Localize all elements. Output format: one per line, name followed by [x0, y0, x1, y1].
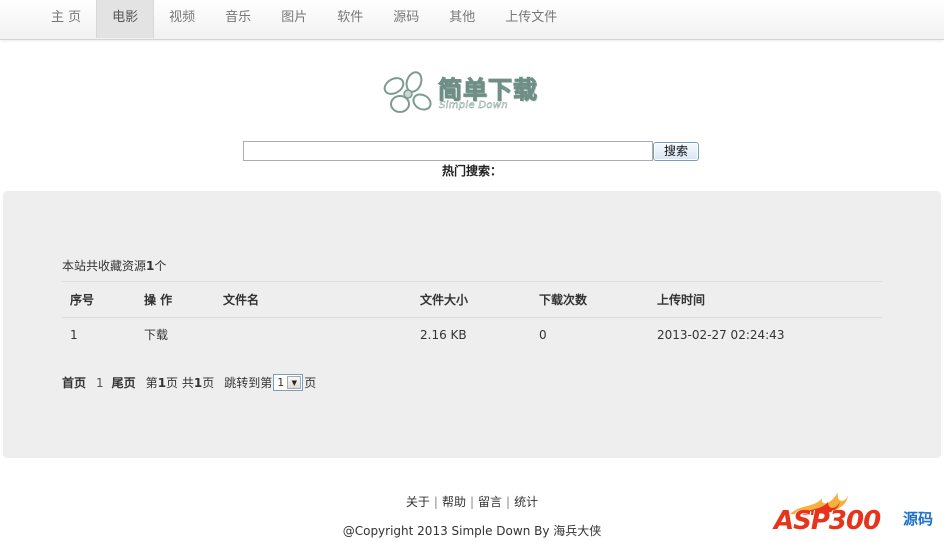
- nav-item-upload[interactable]: 上传文件: [490, 0, 572, 38]
- watermark-text: ASP300: [774, 506, 881, 536]
- flower-logo-icon: [383, 71, 432, 113]
- nav-item-videos[interactable]: 视频: [154, 0, 210, 38]
- page-jump-value: 1: [277, 376, 285, 389]
- page-info-text: 页: [202, 376, 215, 390]
- nav-item-home[interactable]: 主 页: [36, 0, 96, 38]
- footer-link-stats[interactable]: 统计: [514, 495, 538, 509]
- footer-link-message[interactable]: 留言: [478, 495, 502, 509]
- first-page-link[interactable]: 首页: [62, 374, 86, 391]
- jump-label: 跳转到第: [224, 376, 273, 390]
- file-table: 序号 操 作 文件名 文件大小 下载次数 上传时间 1 下载 2.16 KB 0…: [62, 281, 882, 351]
- resource-summary: 本站共收藏资源1个: [62, 257, 166, 274]
- cell-index: 1: [70, 327, 78, 342]
- site-logo[interactable]: 简单下载 Simple Down: [380, 66, 550, 120]
- pagination: 首页 1 尾页 第1页 共1页 跳转到第 1 ▼ 页: [62, 374, 316, 391]
- asp300-watermark: ASP300 源码: [770, 486, 942, 542]
- nav-item-images[interactable]: 图片: [266, 0, 322, 38]
- table-header-row: 序号 操 作 文件名 文件大小 下载次数 上传时间: [62, 281, 882, 318]
- page-info-text: 第: [145, 376, 158, 390]
- nav-item-source[interactable]: 源码: [378, 0, 434, 38]
- table-row: 1 下载 2.16 KB 0 2013-02-27 02:24:43: [62, 318, 882, 352]
- nav-item-movies[interactable]: 电影: [96, 0, 155, 38]
- footer-separator: |: [506, 495, 511, 509]
- footer-separator: |: [469, 495, 475, 509]
- watermark-sub: 源码: [903, 510, 934, 528]
- cell-filesize: 2.16 KB: [420, 327, 467, 342]
- summary-suffix: 个: [154, 259, 167, 273]
- header-filesize: 文件大小: [412, 281, 531, 318]
- page-total-number: 1: [193, 376, 203, 390]
- header-downloads: 下载次数: [531, 281, 649, 318]
- page-jump-select[interactable]: 1 ▼: [273, 374, 304, 391]
- jump-suffix: 页: [304, 376, 317, 390]
- nav-item-music[interactable]: 音乐: [210, 0, 266, 38]
- footer-link-about[interactable]: 关于: [406, 495, 430, 509]
- download-link[interactable]: 下载: [136, 318, 215, 352]
- page-info-number: 1: [157, 376, 167, 390]
- header-filename: 文件名: [215, 281, 412, 318]
- summary-prefix: 本站共收藏资源: [62, 259, 147, 273]
- page-info: 第1页 共1页: [146, 374, 215, 391]
- nav-item-other[interactable]: 其他: [434, 0, 490, 38]
- chevron-down-icon[interactable]: ▼: [287, 376, 302, 389]
- header-index: 序号: [62, 281, 136, 318]
- cell-filename[interactable]: [215, 318, 412, 352]
- hot-search-label: 热门搜索：: [441, 164, 502, 178]
- logo-subtitle: Simple Down: [439, 100, 508, 111]
- footer-separator: |: [433, 495, 438, 509]
- page-info-text: 页 共: [166, 376, 194, 390]
- cell-downloads: 0: [539, 327, 547, 342]
- search-button[interactable]: 搜索: [653, 142, 699, 161]
- cell-upload-time: 2013-02-27 02:24:43: [657, 327, 785, 342]
- search-input[interactable]: [243, 141, 653, 161]
- top-nav: 主 页 电影 视频 音乐 图片 软件 源码 其他 上传文件: [0, 0, 944, 40]
- footer-link-help[interactable]: 帮助: [442, 495, 466, 509]
- header-action: 操 作: [136, 281, 215, 318]
- last-page-link[interactable]: 尾页: [112, 374, 136, 391]
- nav-item-software[interactable]: 软件: [322, 0, 378, 38]
- header-upload-time: 上传时间: [649, 281, 882, 318]
- current-page-number[interactable]: 1: [96, 376, 104, 390]
